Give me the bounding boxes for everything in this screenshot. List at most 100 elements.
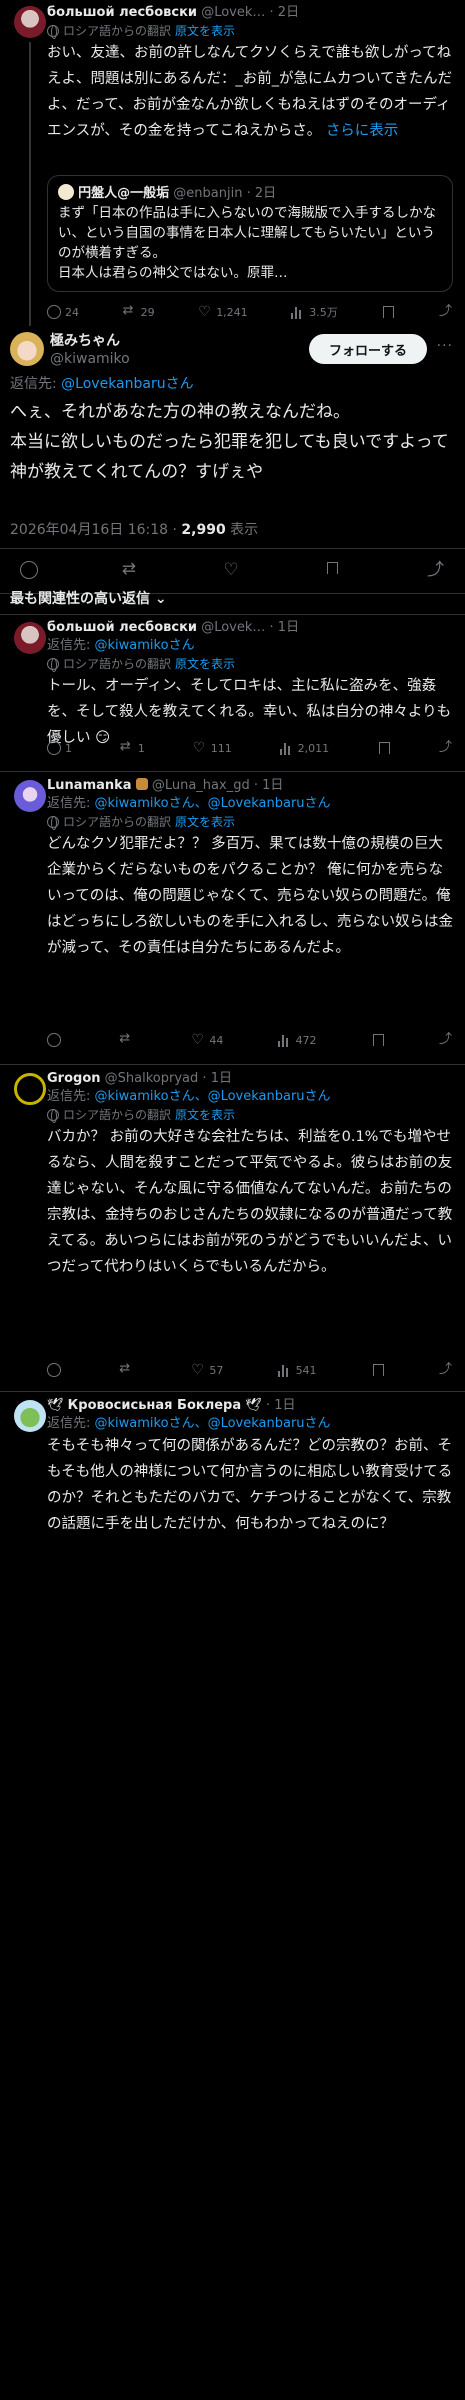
author-name[interactable]: Кровосисьная Боклера	[68, 1398, 241, 1413]
post-time[interactable]: 1日	[211, 1071, 232, 1086]
share-button[interactable]	[439, 1363, 453, 1377]
author-handle[interactable]: @Lovek…	[201, 5, 265, 20]
share-button[interactable]	[439, 305, 453, 319]
author-name[interactable]: Lunamanka	[47, 778, 132, 793]
replying-to-handle[interactable]: @kiwamikoさん、@Lovekanbaruさん	[95, 1089, 331, 1104]
author-handle[interactable]: @kiwamiko	[50, 350, 130, 368]
reply-button[interactable]: 1	[47, 741, 72, 755]
post-actions: 57 541	[47, 1360, 453, 1380]
reply-icon	[47, 305, 61, 319]
replying-to-handle[interactable]: @kiwamikoさん、@Lovekanbaruさん	[95, 796, 331, 811]
author-handle[interactable]: @Shalkopryad	[105, 1071, 199, 1086]
show-original-link[interactable]: 原文を表示	[175, 1106, 235, 1124]
author-handle[interactable]: @Lovek…	[201, 620, 265, 635]
heart-icon	[191, 1033, 205, 1047]
bookmark-icon	[371, 1033, 385, 1047]
replying-to-label: 返信先:	[47, 1089, 91, 1104]
reply-button[interactable]	[47, 1033, 65, 1047]
views-icon	[277, 1033, 292, 1047]
views-button[interactable]: 3.5万	[291, 304, 338, 320]
translate-from-label: ロシア語からの翻訳	[63, 657, 172, 671]
avatar[interactable]	[10, 332, 44, 366]
reply-post[interactable]: Lunamanka @Luna_hax_gd · 1日 返信先: @kiwami…	[0, 772, 465, 1065]
post-time[interactable]: 1日	[262, 778, 283, 793]
views-button[interactable]: 2,011	[279, 741, 329, 755]
replying-to-handle[interactable]: @kiwamikoさん、@Lovekanbaruさん	[95, 1416, 331, 1431]
reply-post[interactable]: большой лесбовски @Lovek… · 1日 返信先: @kiw…	[0, 614, 465, 772]
dove-icon: 🕊	[245, 1398, 262, 1413]
sparkle-badge-icon	[135, 778, 148, 790]
reply-icon[interactable]	[20, 561, 38, 579]
heart-icon[interactable]	[224, 561, 242, 579]
top-post[interactable]: большой лесбовски @Lovek… · 2日 ロシア語からの翻訳…	[0, 0, 465, 326]
translation-notice: ロシア語からの翻訳 原文を表示	[47, 1106, 453, 1124]
author-name[interactable]: Grogon	[47, 1071, 101, 1086]
share-button[interactable]	[439, 1033, 453, 1047]
bookmark-button[interactable]	[371, 1363, 385, 1377]
translate-from-label: ロシア語からの翻訳	[63, 815, 172, 829]
separator-dot: ·	[172, 522, 177, 538]
share-icon	[439, 741, 453, 755]
like-count: 57	[209, 1363, 224, 1377]
sort-replies-dropdown[interactable]: 最も関連性の高い返信 ⌄	[10, 588, 167, 608]
like-button[interactable]: 1,241	[198, 305, 248, 319]
replying-to-handle[interactable]: @Lovekanbaruさん	[61, 376, 193, 392]
post-time[interactable]: 2日	[278, 5, 299, 20]
follow-button[interactable]: フォローする	[309, 334, 427, 364]
repost-count: 29	[140, 305, 155, 319]
share-button[interactable]	[439, 741, 453, 755]
bookmark-button[interactable]	[377, 741, 391, 755]
repost-button[interactable]: 1	[120, 740, 145, 755]
read-more-link[interactable]: さらに表示	[326, 123, 399, 139]
post-timestamp[interactable]: 2026年04月16日 16:18	[10, 522, 168, 538]
like-button[interactable]: 111	[193, 741, 232, 755]
like-button[interactable]: 44	[191, 1033, 223, 1047]
repost-button[interactable]	[119, 1032, 137, 1047]
bookmark-button[interactable]	[381, 305, 395, 319]
quoted-post[interactable]: 円盤人@一般垢 @enbanjin · 2日 まず「日本の作品は手に入らないので…	[47, 175, 453, 292]
author-name[interactable]: 極みちゃん	[50, 332, 130, 350]
bookmark-button[interactable]	[371, 1033, 385, 1047]
reply-button[interactable]	[47, 1363, 65, 1377]
avatar[interactable]	[14, 622, 46, 654]
avatar[interactable]	[14, 780, 46, 812]
repost-icon[interactable]	[122, 560, 140, 579]
repost-button[interactable]	[119, 1362, 137, 1377]
reply-post[interactable]: Grogon @Shalkopryad · 1日 返信先: @kiwamikoさ…	[0, 1065, 465, 1392]
author-name[interactable]: большой лесбовски	[47, 620, 197, 635]
avatar[interactable]	[14, 1073, 46, 1105]
repost-button[interactable]: 29	[123, 304, 155, 319]
thread-line	[29, 42, 31, 326]
repost-icon	[120, 740, 134, 755]
post-header: большой лесбовски @Lovek… · 2日	[47, 4, 453, 22]
replying-to-label: 返信先:	[47, 796, 91, 811]
separator-dot: ·	[265, 1398, 271, 1413]
separator-dot: ·	[253, 778, 258, 793]
reply-post[interactable]: 🕊 Кровосисьная Боклера 🕊 · 1日 返信先: @kiwa…	[0, 1392, 465, 1582]
separator-dot: ·	[269, 620, 274, 635]
repost-icon	[119, 1362, 133, 1377]
translation-notice: ロシア語からの翻訳 原文を表示	[47, 813, 453, 831]
share-icon	[439, 1033, 453, 1047]
avatar[interactable]	[14, 6, 46, 38]
bookmark-icon[interactable]	[325, 561, 343, 579]
post-time[interactable]: 1日	[274, 1398, 295, 1413]
post-actions	[20, 558, 445, 582]
views-button[interactable]: 541	[277, 1363, 317, 1377]
share-icon[interactable]	[427, 561, 445, 579]
show-original-link[interactable]: 原文を表示	[175, 22, 235, 40]
like-button[interactable]: 57	[191, 1363, 223, 1377]
avatar[interactable]	[14, 1400, 46, 1432]
reply-count: 24	[65, 305, 79, 319]
author-handle[interactable]: @Luna_hax_gd	[152, 778, 250, 793]
views-button[interactable]: 472	[277, 1033, 317, 1047]
reply-button[interactable]: 24	[47, 305, 79, 319]
more-options-icon[interactable]: ···	[437, 338, 453, 354]
like-count: 111	[210, 741, 232, 755]
replying-to-label: 返信先:	[10, 376, 57, 392]
show-original-link[interactable]: 原文を表示	[175, 655, 235, 673]
post-time[interactable]: 1日	[278, 620, 299, 635]
replying-to-handle[interactable]: @kiwamikoさん	[95, 638, 195, 653]
author-name[interactable]: большой лесбовски	[47, 5, 197, 20]
show-original-link[interactable]: 原文を表示	[175, 813, 235, 831]
